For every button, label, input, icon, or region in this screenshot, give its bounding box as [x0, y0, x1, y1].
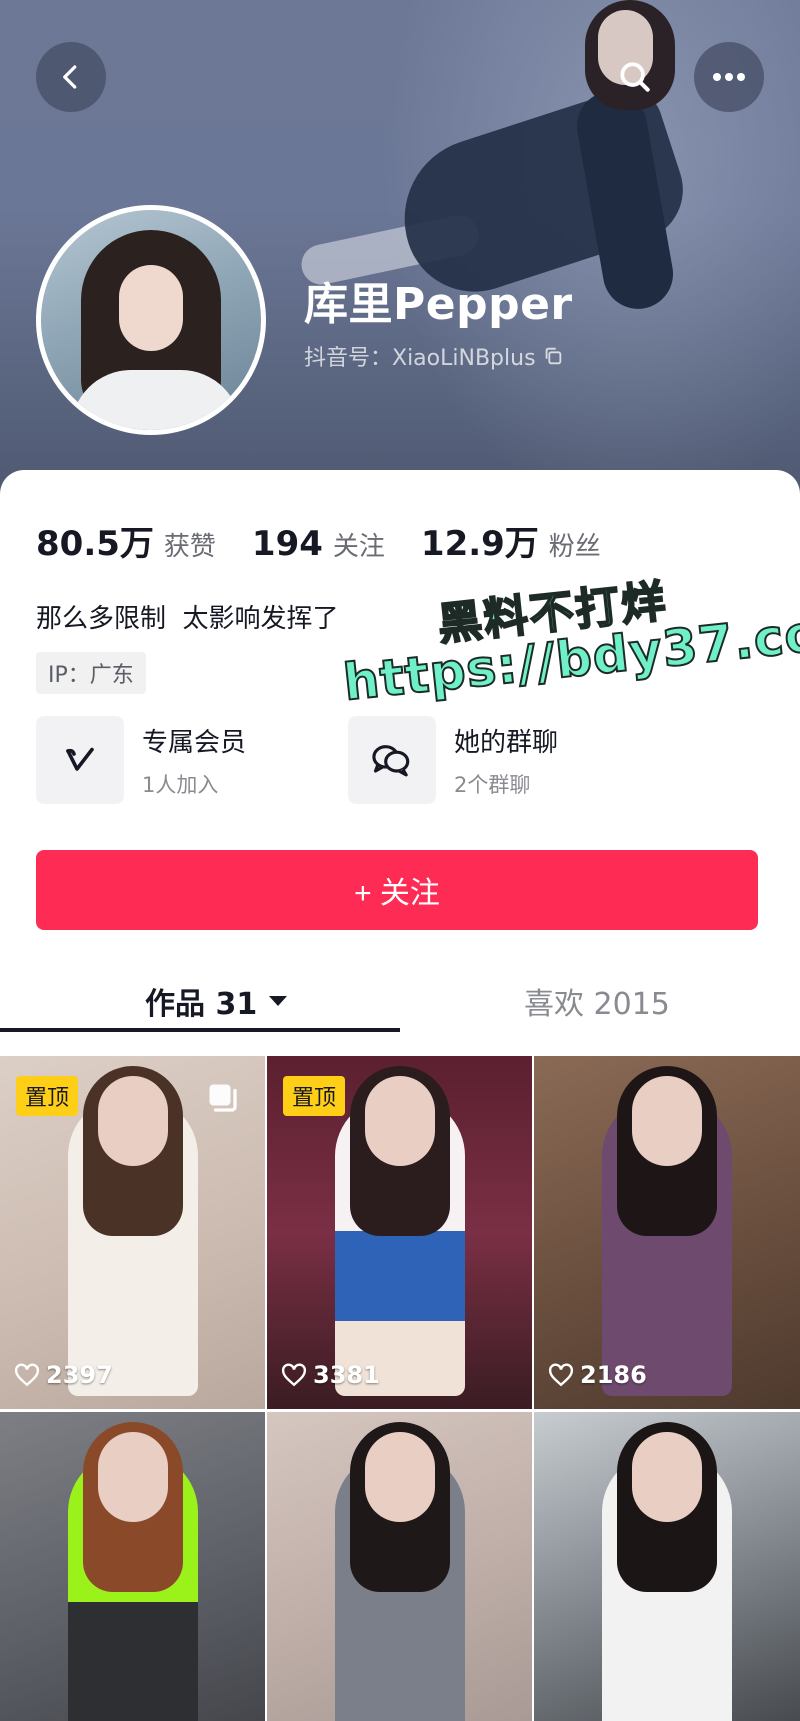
stat-following[interactable]: 194 关注: [252, 524, 385, 564]
avatar[interactable]: [36, 205, 266, 435]
heart-outline-icon: [14, 1363, 40, 1387]
video-grid: 置顶 2397 置顶 3381 2186: [0, 1056, 800, 1721]
video-tile[interactable]: 2186: [534, 1056, 800, 1409]
display-name: 库里Pepper: [304, 279, 573, 330]
active-tab-indicator: [0, 1028, 400, 1032]
content-tabs: 作品 31 喜欢 2015: [0, 970, 800, 1032]
tile-face: [97, 1076, 168, 1166]
stat-likes-number: 80.5万: [36, 524, 154, 564]
v-badge-icon: [36, 716, 124, 804]
tile-face: [632, 1432, 702, 1522]
tile-likes: 2397: [14, 1361, 113, 1389]
membership-title: 专属会员: [142, 727, 247, 758]
tile-face: [97, 1432, 168, 1522]
more-options-button[interactable]: [694, 42, 764, 112]
avatar-face: [119, 265, 183, 351]
tile-likes: 3381: [281, 1361, 380, 1389]
follow-button[interactable]: + 关注: [36, 850, 758, 930]
tile-likes-count: 2397: [46, 1361, 113, 1389]
tile-face: [632, 1076, 702, 1166]
pinned-badge: 置顶: [16, 1076, 79, 1116]
pinned-badge: 置顶: [283, 1076, 346, 1116]
ip-location-tag: IP：广东: [36, 652, 146, 694]
group-chats-count: 2个群聊: [454, 772, 531, 797]
stat-followers[interactable]: 12.9万 粉丝: [421, 516, 601, 565]
tab-works-label: 作品 31: [145, 987, 258, 1022]
stat-likes[interactable]: 80.5万 获赞: [36, 516, 216, 565]
video-tile[interactable]: [534, 1412, 800, 1721]
video-tile[interactable]: 置顶 3381: [267, 1056, 532, 1409]
stats-row: 80.5万 获赞 194 关注 12.9万 粉丝: [36, 516, 637, 565]
copy-icon[interactable]: [542, 345, 564, 367]
tile-face: [364, 1432, 435, 1522]
tile-likes-count: 3381: [313, 1361, 380, 1389]
video-tile[interactable]: 置顶 2397: [0, 1056, 265, 1409]
douyin-id-text: 抖音号：XiaoLiNBplus: [304, 346, 536, 371]
search-button[interactable]: [600, 42, 670, 112]
back-button[interactable]: [36, 42, 106, 112]
caret-down-icon: [269, 996, 288, 1006]
tab-likes[interactable]: 喜欢 2015: [524, 970, 670, 1032]
stat-following-label: 关注: [332, 532, 385, 562]
tile-face: [364, 1076, 435, 1166]
membership-count: 1人加入: [142, 772, 219, 797]
chevron-left-icon: [63, 65, 77, 89]
search-icon: [620, 62, 650, 92]
tile-likes-count: 2186: [580, 1361, 647, 1389]
heart-outline-icon: [548, 1363, 574, 1387]
stat-following-number: 194: [251, 524, 323, 564]
douyin-id[interactable]: 抖音号：XiaoLiNBplus: [304, 340, 564, 372]
stat-likes-label: 获赞: [163, 532, 216, 562]
heart-outline-icon: [281, 1363, 307, 1387]
tile-likes: 2186: [548, 1361, 647, 1389]
more-dots-icon: [713, 73, 745, 81]
video-tile[interactable]: [0, 1412, 265, 1721]
stat-followers-label: 粉丝: [548, 532, 601, 562]
exclusive-membership[interactable]: 专属会员 1人加入: [36, 716, 246, 804]
multi-image-icon: [209, 1084, 237, 1112]
tab-works[interactable]: 作品 31: [145, 970, 289, 1032]
video-tile[interactable]: [267, 1412, 532, 1721]
stat-followers-number: 12.9万: [420, 524, 539, 564]
bio-text: 那么多限制 太影响发挥了: [36, 604, 339, 634]
tab-likes-label: 喜欢 2015: [524, 987, 670, 1022]
